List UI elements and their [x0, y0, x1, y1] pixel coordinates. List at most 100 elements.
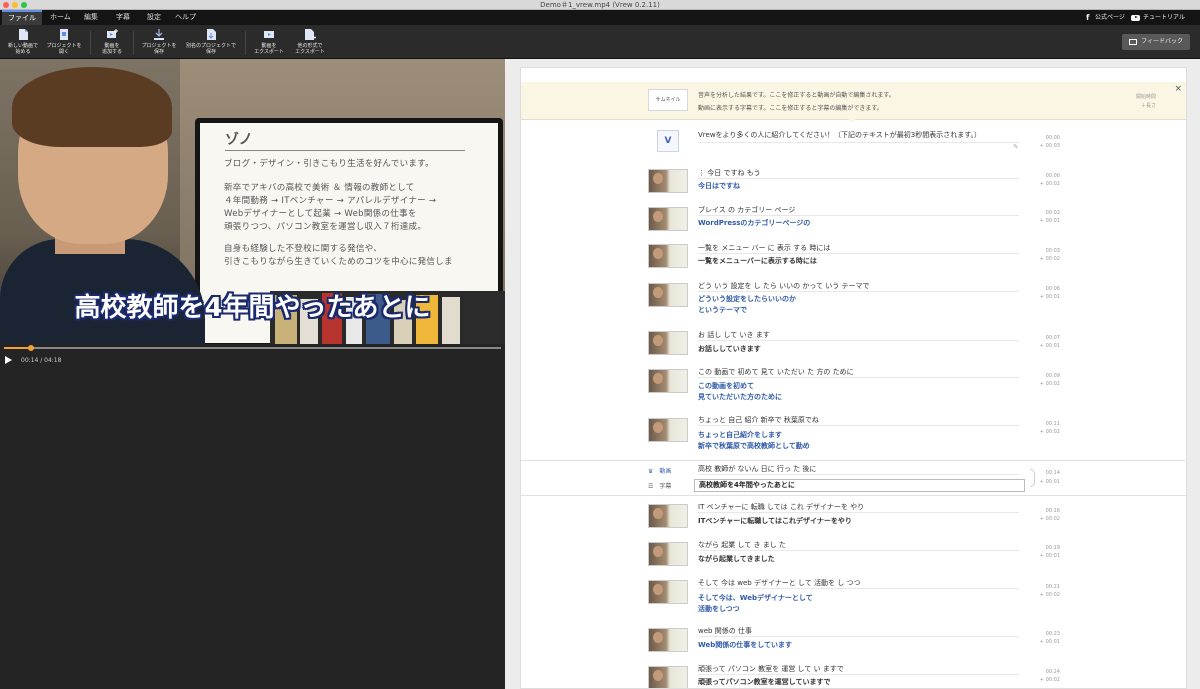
video-screen-text: 頑張りつつ、パソコン教室を運営し収入７桁達成。: [224, 222, 427, 232]
clip-row[interactable]: そして 今は web デザイナーと して 活動を し つつ そして今は、Webデ…: [521, 578, 1186, 618]
clip-thumbnail[interactable]: [648, 283, 688, 307]
seek-bar[interactable]: [4, 345, 501, 351]
clip-transcript[interactable]: ブレイス の カテゴリー ページ: [698, 205, 795, 215]
row-divider: [698, 178, 1019, 179]
clip-caption[interactable]: ITベンチャーに転職してはこれデザイナーをやり: [698, 516, 852, 526]
save-icon: [154, 29, 164, 40]
window-title: Demo＃1_vrew.mp4 (Vrew 0.2.11): [540, 1, 660, 9]
official-page-link[interactable]: f 公式ページ: [1086, 10, 1125, 25]
close-icon[interactable]: ×: [1174, 84, 1182, 94]
clip-transcript[interactable]: どう いう 設定を し たら いいの かって いう テーマで: [698, 281, 869, 291]
clip-thumbnail[interactable]: [648, 369, 688, 393]
clip-caption[interactable]: ちょっと自己紹介をします: [698, 430, 782, 440]
clip-caption[interactable]: 新卒で秋葉原で高校教師として勤め: [698, 441, 810, 451]
add-video-button[interactable]: 動画を 追加する: [96, 28, 128, 55]
clip-row[interactable]: ながら 起業 して き まし た ながら起業してきました 00:19 + 00:…: [521, 540, 1186, 570]
tutorial-link[interactable]: チュートリアル: [1131, 10, 1185, 25]
clip-transcript[interactable]: お 話し して いき ます: [698, 330, 770, 340]
clip-row[interactable]: 頑張って パソコン 教室を 運営 して い ますで 頑張ってパソコン教室を運営し…: [521, 664, 1186, 688]
menu-help[interactable]: ヘルプ: [169, 10, 202, 25]
intro-text[interactable]: Vrewをより多くの人に紹介してください！（下記のテキストが最初3秒間表示されま…: [698, 130, 981, 140]
export-video-button[interactable]: 動画を エクスポート: [251, 28, 287, 55]
clip-thumbnail[interactable]: [648, 244, 688, 268]
menu-file[interactable]: ファイル: [2, 10, 42, 25]
clip-caption[interactable]: ながら起業してきました: [698, 554, 775, 564]
clip-transcript[interactable]: IT ベンチャーに 転職 しては これ デザイナーを やり: [698, 502, 864, 512]
person-hair: [12, 67, 172, 147]
clip-caption[interactable]: Web関係の仕事をしています: [698, 640, 792, 650]
clip-thumbnail[interactable]: [648, 331, 688, 355]
menu-edit[interactable]: 編集: [78, 10, 104, 25]
clip-thumbnail[interactable]: [648, 504, 688, 528]
video-screen-text: 新卒でアキバの高校で美術 ＆ 情報の教師として: [224, 183, 415, 193]
row-divider: [698, 425, 1019, 426]
clip-caption[interactable]: お話ししていきます: [698, 344, 761, 354]
clip-caption[interactable]: というテーマで: [698, 305, 747, 315]
save-project-button[interactable]: プロジェクトを 保存: [139, 28, 179, 55]
new-video-button[interactable]: 新しい動画で 始める: [6, 28, 40, 55]
clip-caption[interactable]: 一覧をメニューバーに表示する時には: [698, 256, 817, 266]
clip-caption[interactable]: 見ていただいた方のために: [698, 392, 782, 402]
clip-transcript[interactable]: ⋮ 今日 ですね もう: [698, 168, 760, 178]
video-screen-divider: [225, 150, 465, 151]
row-divider: [698, 377, 1019, 378]
video-preview[interactable]: ゾノ ブログ・デザイン・引きこもり生活を好んでいます。 新卒でアキバの高校で美術…: [0, 59, 505, 344]
clip-thumbnail[interactable]: [648, 628, 688, 652]
clip-caption[interactable]: どういう設定をしたらいいのか: [698, 294, 796, 304]
clip-caption[interactable]: 活動をしつつ: [698, 604, 740, 614]
menu-home[interactable]: ホーム: [44, 10, 77, 25]
clip-transcript[interactable]: web 関係の 仕事: [698, 626, 752, 636]
selected-clip-row[interactable]: ♛ 動画 ☰ 字幕 高校 教師が ないん 日に 行っ た 後に 高校教師を4年間やっ…: [521, 460, 1186, 496]
clip-caption[interactable]: 頑張ってパソコン教室を運営していますで: [698, 677, 831, 687]
save-as-button[interactable]: 別名のプロジェクトで 保存: [184, 28, 238, 55]
clip-caption[interactable]: そして今は、Webデザイナーとして: [698, 593, 813, 603]
clip-transcript[interactable]: 高校 教師が ないん 日に 行っ た 後に: [698, 464, 816, 474]
seek-handle[interactable]: [27, 345, 34, 351]
clip-row[interactable]: web 関係の 仕事 Web関係の仕事をしています 00:23 + 00:01: [521, 626, 1186, 656]
export-other-button[interactable]: 他の形式で エクスポート: [292, 28, 328, 55]
play-button[interactable]: [5, 356, 12, 364]
info-start-time-label: 開始時間: [1135, 94, 1156, 100]
row-divider: [698, 340, 1019, 341]
clip-thumbnail[interactable]: [648, 207, 688, 231]
clip-row[interactable]: この 動画で 初めて 見て いただい た 方の ために この動画を初めて 見てい…: [521, 367, 1186, 407]
clip-transcript[interactable]: ながら 起業 して き まし た: [698, 540, 786, 550]
clip-row[interactable]: どう いう 設定を し たら いいの かって いう テーマで どういう設定をした…: [521, 281, 1186, 321]
clip-transcript[interactable]: この 動画で 初めて 見て いただい た 方の ために: [698, 367, 854, 377]
clip-caption[interactable]: WordPressのカテゴリーページの: [698, 218, 810, 228]
seek-progress: [4, 347, 31, 349]
clip-transcript[interactable]: ちょっと 自己 紹介 新卒で 秋葉原でね: [698, 415, 819, 425]
save-as-icon: [207, 29, 216, 40]
clip-transcript[interactable]: そして 今は web デザイナーと して 活動を し つつ: [698, 578, 861, 588]
clip-thumbnail[interactable]: [648, 169, 688, 193]
toolbar-divider: [90, 31, 91, 55]
clip-caption[interactable]: 今日はですね: [698, 181, 740, 191]
clip-row[interactable]: お 話し して いき ます お話ししていきます 00:07 + 00:01: [521, 329, 1186, 359]
subtitle-editor[interactable]: サムネイル 音声を分析した結果です。ここを修正すると動画が自動で編集されます。 …: [520, 67, 1187, 689]
pencil-icon[interactable]: ✎: [1013, 143, 1019, 151]
clip-thumbnail[interactable]: [648, 666, 688, 688]
caption-input[interactable]: 高校教師を4年間やったあとに: [694, 479, 1025, 492]
clip-row[interactable]: IT ベンチャーに 転職 しては これ デザイナーを やり ITベンチャーに転職…: [521, 502, 1186, 532]
intro-row[interactable]: V Vrewをより多くの人に紹介してください！（下記のテキストが最初3秒間表示さ…: [521, 128, 1186, 158]
menu-subtitles[interactable]: 字幕: [110, 10, 136, 25]
clip-row[interactable]: ブレイス の カテゴリー ページ WordPressのカテゴリーページの 00:…: [521, 205, 1186, 235]
info-pointer: [847, 118, 857, 123]
open-project-button[interactable]: プロジェクトを 開く: [44, 28, 84, 55]
new-file-icon: [19, 29, 28, 40]
clip-row[interactable]: ちょっと 自己 紹介 新卒で 秋葉原でね ちょっと自己紹介をします 新卒で秋葉原…: [521, 415, 1186, 457]
clip-thumbnail[interactable]: [648, 542, 688, 566]
row-start-time: 00:19: [1045, 545, 1060, 551]
clip-caption[interactable]: この動画を初めて: [698, 381, 754, 391]
clip-thumbnail[interactable]: [648, 580, 688, 604]
export-video-icon: [264, 31, 274, 38]
clip-transcript[interactable]: 頑張って パソコン 教室を 運営 して い ますで: [698, 664, 844, 674]
clip-thumbnail[interactable]: [648, 418, 688, 442]
clip-row[interactable]: ⋮ 今日 ですね もう 今日はですね 00:00 + 00:02: [521, 167, 1186, 197]
clip-row[interactable]: 一覧を メニュー バー に 表示 する 時には 一覧をメニューバーに表示する時に…: [521, 242, 1186, 272]
feedback-button[interactable]: フィードバック: [1122, 34, 1190, 50]
row-duration: + 00:02: [1039, 429, 1060, 435]
menu-settings[interactable]: 設定: [141, 10, 167, 25]
row-duration: + 00:01: [1039, 343, 1060, 349]
clip-transcript[interactable]: 一覧を メニュー バー に 表示 する 時には: [698, 243, 830, 253]
